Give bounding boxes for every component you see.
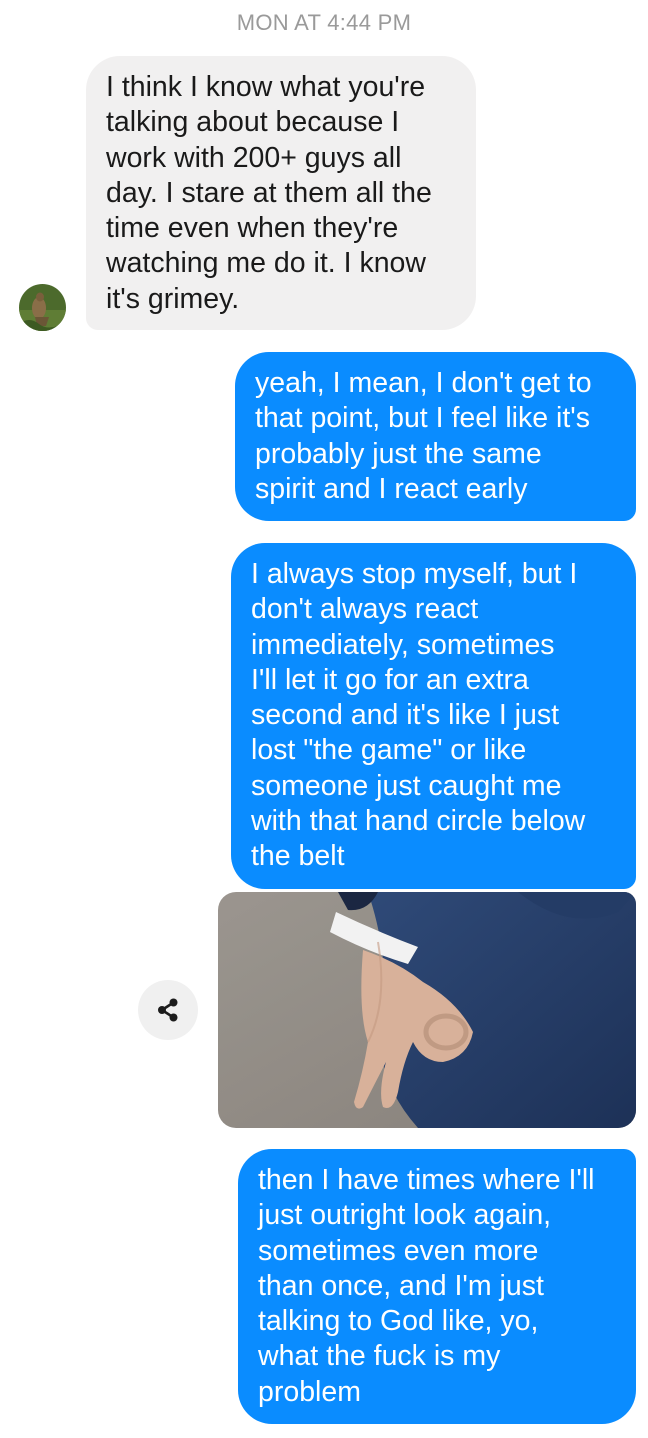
sent-photo[interactable] bbox=[218, 892, 636, 1128]
sent-message-bubble[interactable]: then I have times where I'll just outrig… bbox=[238, 1149, 636, 1424]
timestamp: MON AT 4:44 PM bbox=[236, 10, 412, 35]
contact-avatar[interactable] bbox=[19, 284, 66, 331]
sent-message-bubble[interactable]: yeah, I mean, I don't get to that point,… bbox=[235, 352, 636, 521]
received-message-bubble[interactable]: I think I know what you're talking about… bbox=[86, 56, 476, 330]
sent-message-bubble[interactable]: I always stop myself, but I don't always… bbox=[231, 543, 636, 889]
share-icon bbox=[158, 998, 178, 1022]
share-button[interactable] bbox=[138, 980, 198, 1040]
